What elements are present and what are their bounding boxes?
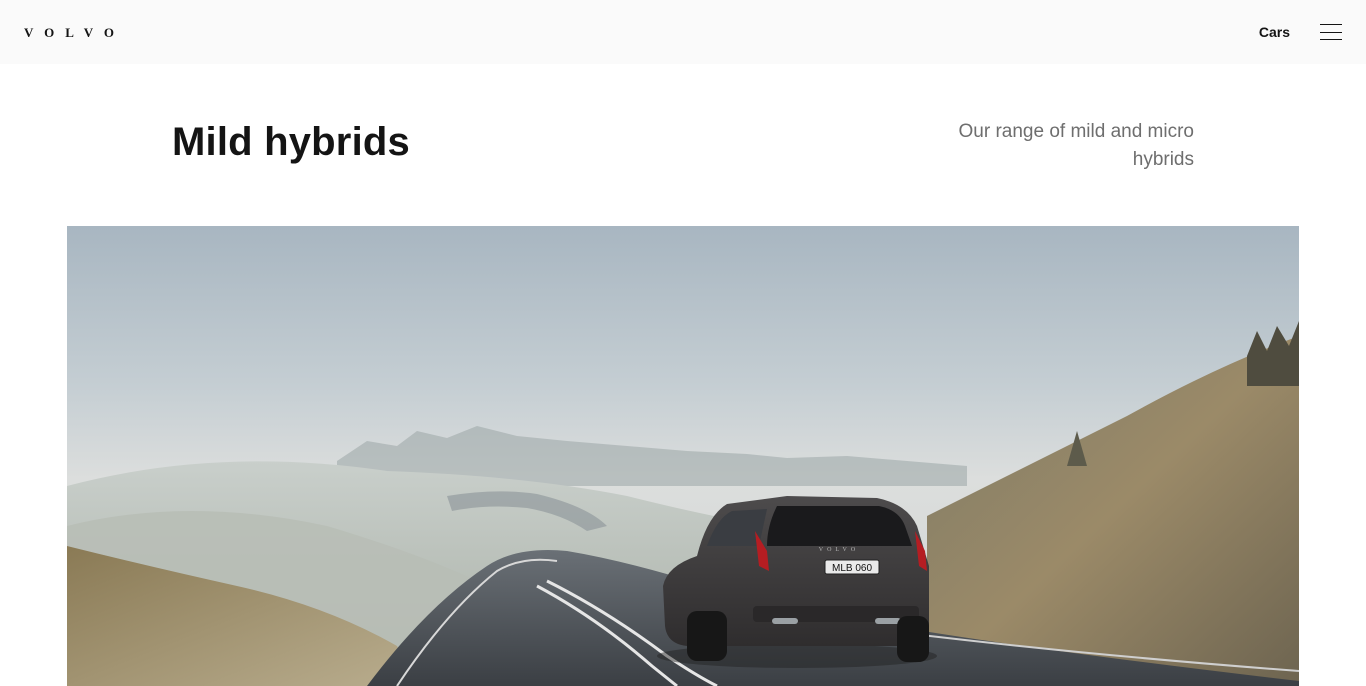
menu-line-middle <box>1320 31 1342 33</box>
nav-link-cars[interactable]: Cars <box>1259 24 1290 40</box>
car-brand-emblem: VOLVO <box>819 547 859 553</box>
hamburger-menu-icon[interactable] <box>1320 23 1342 41</box>
hero-illustration: MLB 060 VOLVO <box>67 226 1299 686</box>
hero-image: MLB 060 VOLVO <box>67 226 1299 686</box>
nav-right: Cars <box>1259 23 1342 41</box>
top-navigation-bar: VOLVO Cars <box>0 0 1366 64</box>
volvo-logo[interactable]: VOLVO <box>24 26 125 39</box>
license-plate-text: MLB 060 <box>832 563 872 574</box>
menu-line-bottom <box>1320 39 1342 40</box>
section-subtitle: Our range of mild and micro hybrids <box>958 121 1195 170</box>
menu-line-top <box>1320 24 1342 25</box>
section-title: Mild hybrids <box>172 120 410 164</box>
